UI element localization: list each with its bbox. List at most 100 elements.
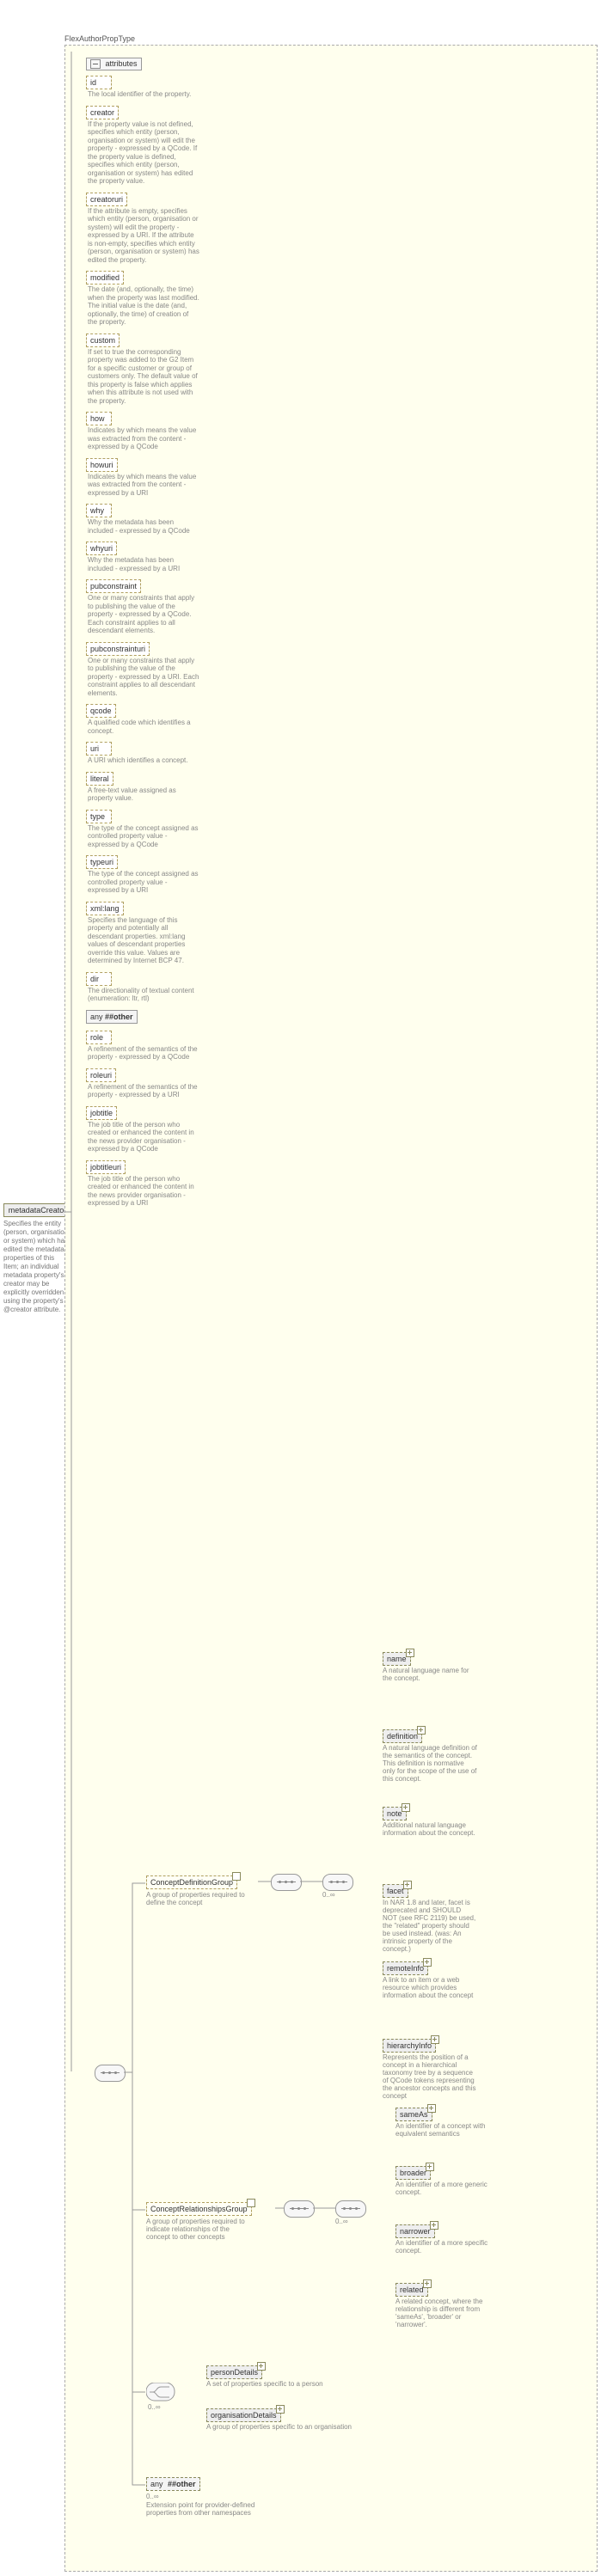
attr-qcode[interactable]: qcode bbox=[86, 704, 116, 718]
expand-icon[interactable] bbox=[402, 1803, 410, 1812]
attr-name: ##other bbox=[105, 1013, 133, 1021]
element-desc: A natural language name for the concept. bbox=[383, 1667, 477, 1682]
attr-xmllang[interactable]: xml:lang bbox=[86, 902, 124, 915]
sequence-icon[interactable] bbox=[271, 1874, 302, 1891]
group-name: ConceptRelationshipsGroup bbox=[150, 2205, 248, 2213]
attr-desc: One or many constraints that apply to pu… bbox=[88, 594, 199, 635]
any-desc: Extension point for provider-defined pro… bbox=[146, 2501, 258, 2517]
element-hierarchyinfo[interactable]: hierarchyInfo bbox=[383, 2039, 436, 2053]
root-element-desc: Specifies the entity (person, organisati… bbox=[3, 1220, 71, 1314]
expand-icon[interactable] bbox=[403, 1881, 412, 1889]
attr-dir[interactable]: dir bbox=[86, 972, 112, 986]
element-persondetails[interactable]: personDetails bbox=[206, 2365, 262, 2379]
attr-whyuri[interactable]: whyuri bbox=[86, 542, 117, 555]
element-desc: Represents the position of a concept in … bbox=[383, 2053, 477, 2100]
attr-desc: The type of the concept assigned as cont… bbox=[88, 870, 199, 895]
attr-desc: A qualified code which identifies a conc… bbox=[88, 719, 199, 735]
any-other-element[interactable]: any ##other bbox=[146, 2477, 200, 2491]
element-broader[interactable]: broader bbox=[395, 2166, 431, 2180]
element-note[interactable]: note bbox=[383, 1807, 407, 1820]
expand-icon[interactable] bbox=[417, 1726, 426, 1735]
attr-pubconstrainturi[interactable]: pubconstrainturi bbox=[86, 642, 150, 656]
attributes-panel: attributes idThe local identifier of the… bbox=[86, 53, 206, 1213]
element-remoteinfo[interactable]: remoteInfo bbox=[383, 1961, 428, 1975]
attributes-header[interactable]: attributes bbox=[86, 58, 142, 70]
choice-icon[interactable] bbox=[146, 2383, 175, 2402]
attr-jobtitle[interactable]: jobtitle bbox=[86, 1106, 117, 1120]
collapse-icon[interactable] bbox=[90, 59, 101, 69]
expand-icon[interactable] bbox=[427, 2104, 436, 2113]
attr-modified[interactable]: modified bbox=[86, 271, 124, 285]
attr-role[interactable]: role bbox=[86, 1031, 112, 1044]
expand-icon[interactable] bbox=[423, 2279, 432, 2288]
attr-desc: If the property value is not defined, sp… bbox=[88, 120, 199, 186]
element-desc: A set of properties specific to a person bbox=[206, 2380, 361, 2388]
attr-desc: Indicates by which means the value was e… bbox=[88, 426, 199, 451]
attr-desc: If the attribute is empty, specifies whi… bbox=[88, 207, 199, 265]
attr-desc: A refinement of the semantics of the pro… bbox=[88, 1045, 199, 1062]
attr-type[interactable]: type bbox=[86, 810, 112, 823]
attr-why[interactable]: why bbox=[86, 504, 112, 517]
attr-desc: A free-text value assigned as property v… bbox=[88, 786, 199, 803]
type-frame: attributes idThe local identifier of the… bbox=[64, 45, 598, 2572]
element-desc: Additional natural language information … bbox=[383, 1821, 477, 1837]
root-element-box[interactable]: metadataCreator bbox=[3, 1203, 71, 1217]
element-narrower[interactable]: narrower bbox=[395, 2224, 435, 2238]
expand-icon[interactable] bbox=[232, 1872, 241, 1881]
attr-other[interactable]: any ##other bbox=[86, 1010, 138, 1024]
element-desc: An identifier of a more generic concept. bbox=[395, 2181, 490, 2196]
expand-icon[interactable] bbox=[430, 2221, 438, 2230]
element-sameas[interactable]: sameAs bbox=[395, 2108, 432, 2121]
element-facet[interactable]: facet bbox=[383, 1884, 408, 1898]
expand-icon[interactable] bbox=[423, 1958, 432, 1967]
element-desc: An identifier of a concept with equivale… bbox=[395, 2122, 490, 2138]
expand-icon[interactable] bbox=[426, 2163, 434, 2171]
attr-id[interactable]: id bbox=[86, 76, 112, 89]
element-name[interactable]: name bbox=[383, 1652, 411, 1666]
attr-literal[interactable]: literal bbox=[86, 772, 113, 786]
attr-desc: A refinement of the semantics of the pro… bbox=[88, 1083, 199, 1099]
attr-how[interactable]: how bbox=[86, 412, 112, 425]
group-desc: A group of properties required to define… bbox=[146, 1891, 245, 1906]
attr-desc: The directionality of textual content (e… bbox=[88, 987, 199, 1003]
attr-howuri[interactable]: howuri bbox=[86, 458, 118, 472]
type-header: FlexAuthorPropType bbox=[64, 34, 135, 43]
group-conceptrelationships[interactable]: ConceptRelationshipsGroup bbox=[146, 2202, 252, 2216]
attr-creator[interactable]: creator bbox=[86, 106, 119, 119]
expand-icon[interactable] bbox=[257, 2362, 266, 2371]
expand-icon[interactable] bbox=[276, 2405, 285, 2414]
element-definition[interactable]: definition bbox=[383, 1729, 422, 1743]
occurrence: 0..∞ bbox=[322, 1891, 335, 1899]
attr-desc: The type of the concept assigned as cont… bbox=[88, 824, 199, 849]
attr-custom[interactable]: custom bbox=[86, 333, 120, 347]
attr-creatoruri[interactable]: creatoruri bbox=[86, 193, 127, 206]
occurrence: 0..∞ bbox=[335, 2218, 348, 2225]
root-element: metadataCreator Specifies the entity (pe… bbox=[3, 1203, 71, 1314]
attr-desc: A URI which identifies a concept. bbox=[88, 756, 199, 765]
any-ns: ##other bbox=[168, 2480, 196, 2488]
attr-desc: Indicates by which means the value was e… bbox=[88, 473, 199, 498]
any-label: any bbox=[90, 1013, 105, 1021]
attr-pubconstraint[interactable]: pubconstraint bbox=[86, 579, 141, 593]
expand-icon[interactable] bbox=[406, 1649, 414, 1657]
sequence-icon[interactable] bbox=[322, 1874, 353, 1891]
attr-uri[interactable]: uri bbox=[86, 742, 112, 756]
element-organisationdetails[interactable]: organisationDetails bbox=[206, 2408, 281, 2422]
sequence-icon[interactable] bbox=[95, 2065, 126, 2082]
element-desc: A natural language definition of the sem… bbox=[383, 1744, 477, 1783]
sequence-icon[interactable] bbox=[284, 2200, 315, 2218]
expand-icon[interactable] bbox=[431, 2035, 439, 2044]
sequence-icon[interactable] bbox=[335, 2200, 366, 2218]
element-desc: A group of properties specific to an org… bbox=[206, 2423, 361, 2431]
occurrence: 0..∞ bbox=[148, 2403, 161, 2411]
group-name: ConceptDefinitionGroup bbox=[150, 1878, 233, 1887]
expand-icon[interactable] bbox=[247, 2199, 255, 2207]
attr-typeuri[interactable]: typeuri bbox=[86, 855, 118, 869]
attributes-label: attributes bbox=[106, 59, 138, 68]
element-related[interactable]: related bbox=[395, 2283, 428, 2297]
attr-roleuri[interactable]: roleuri bbox=[86, 1068, 116, 1082]
attr-jobtitleuri[interactable]: jobtitleuri bbox=[86, 1160, 126, 1174]
group-conceptdefinition[interactable]: ConceptDefinitionGroup bbox=[146, 1875, 237, 1889]
attr-desc: Specifies the language of this property … bbox=[88, 916, 199, 965]
attr-desc: The date (and, optionally, the time) whe… bbox=[88, 285, 199, 327]
